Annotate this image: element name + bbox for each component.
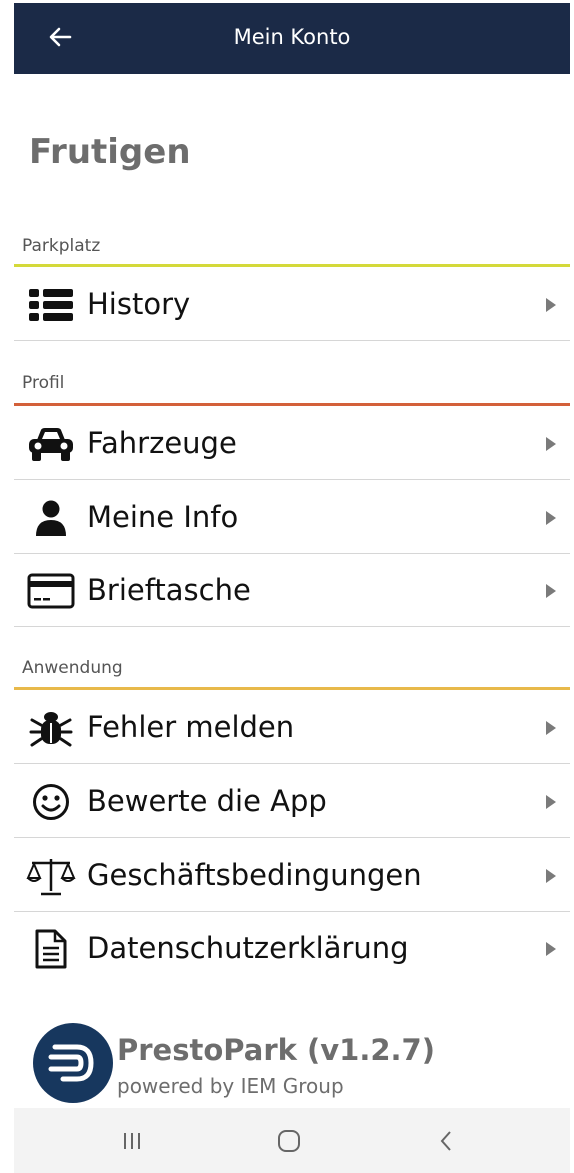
home-button[interactable] — [276, 1124, 302, 1158]
location-name: Frutigen — [29, 132, 191, 172]
menu-item-history[interactable]: History — [14, 268, 570, 341]
app-bar: Mein Konto — [14, 3, 570, 74]
section-title-profil: Profil — [22, 373, 65, 393]
menu-item-bewerte-die-app[interactable]: Bewerte die App — [14, 765, 570, 838]
document-icon — [26, 929, 76, 969]
menu-item-meine-info[interactable]: Meine Info — [14, 481, 570, 554]
credit-card-icon — [26, 573, 76, 609]
menu-item-brieftasche[interactable]: Brieftasche — [14, 554, 570, 627]
page-title: Mein Konto — [233, 25, 351, 49]
menu-item-fehler-melden[interactable]: Fehler melden — [14, 691, 570, 764]
system-back-button[interactable] — [436, 1124, 456, 1158]
menu-item-fahrzeuge[interactable]: Fahrzeuge — [14, 407, 570, 480]
app-brand: PrestoPark (v1.2.7) — [117, 1033, 435, 1067]
powered-by: powered by IEM Group — [117, 1074, 344, 1098]
bug-icon — [26, 710, 76, 747]
chevron-right-icon — [546, 721, 556, 735]
menu-item-label: Geschäftsbedingungen — [87, 858, 422, 892]
prestopark-logo — [33, 1023, 113, 1103]
chevron-right-icon — [546, 584, 556, 598]
chevron-right-icon — [546, 437, 556, 451]
section-divider — [14, 687, 570, 690]
menu-item-label: Datenschutzerklärung — [87, 931, 409, 965]
section-title-anwendung: Anwendung — [22, 658, 123, 678]
section-title-parkplatz: Parkplatz — [22, 236, 101, 256]
home-icon — [278, 1130, 300, 1152]
chevron-right-icon — [546, 942, 556, 956]
scale-icon — [26, 858, 76, 896]
menu-item-label: Brieftasche — [87, 573, 251, 607]
chevron-right-icon — [546, 795, 556, 809]
list-icon — [26, 287, 76, 323]
menu-item-label: Fahrzeuge — [87, 426, 237, 460]
chevron-right-icon — [546, 869, 556, 883]
chevron-right-icon — [546, 298, 556, 312]
user-icon — [26, 500, 76, 536]
chevron-right-icon — [546, 511, 556, 525]
menu-item-label: Bewerte die App — [87, 784, 327, 818]
back-chevron-icon — [440, 1131, 451, 1151]
smiley-icon — [26, 784, 76, 820]
section-divider — [14, 264, 570, 267]
system-nav-bar — [14, 1108, 570, 1173]
car-icon — [26, 426, 76, 462]
menu-item-geschaeftsbedingungen[interactable]: Geschäftsbedingungen — [14, 839, 570, 912]
menu-item-label: History — [87, 287, 191, 321]
recents-button[interactable] — [120, 1124, 144, 1158]
menu-item-label: Meine Info — [87, 500, 239, 534]
section-divider — [14, 403, 570, 406]
menu-item-label: Fehler melden — [87, 710, 295, 744]
recents-icon — [124, 1133, 140, 1149]
menu-item-datenschutzerklaerung[interactable]: Datenschutzerklärung — [14, 912, 570, 985]
